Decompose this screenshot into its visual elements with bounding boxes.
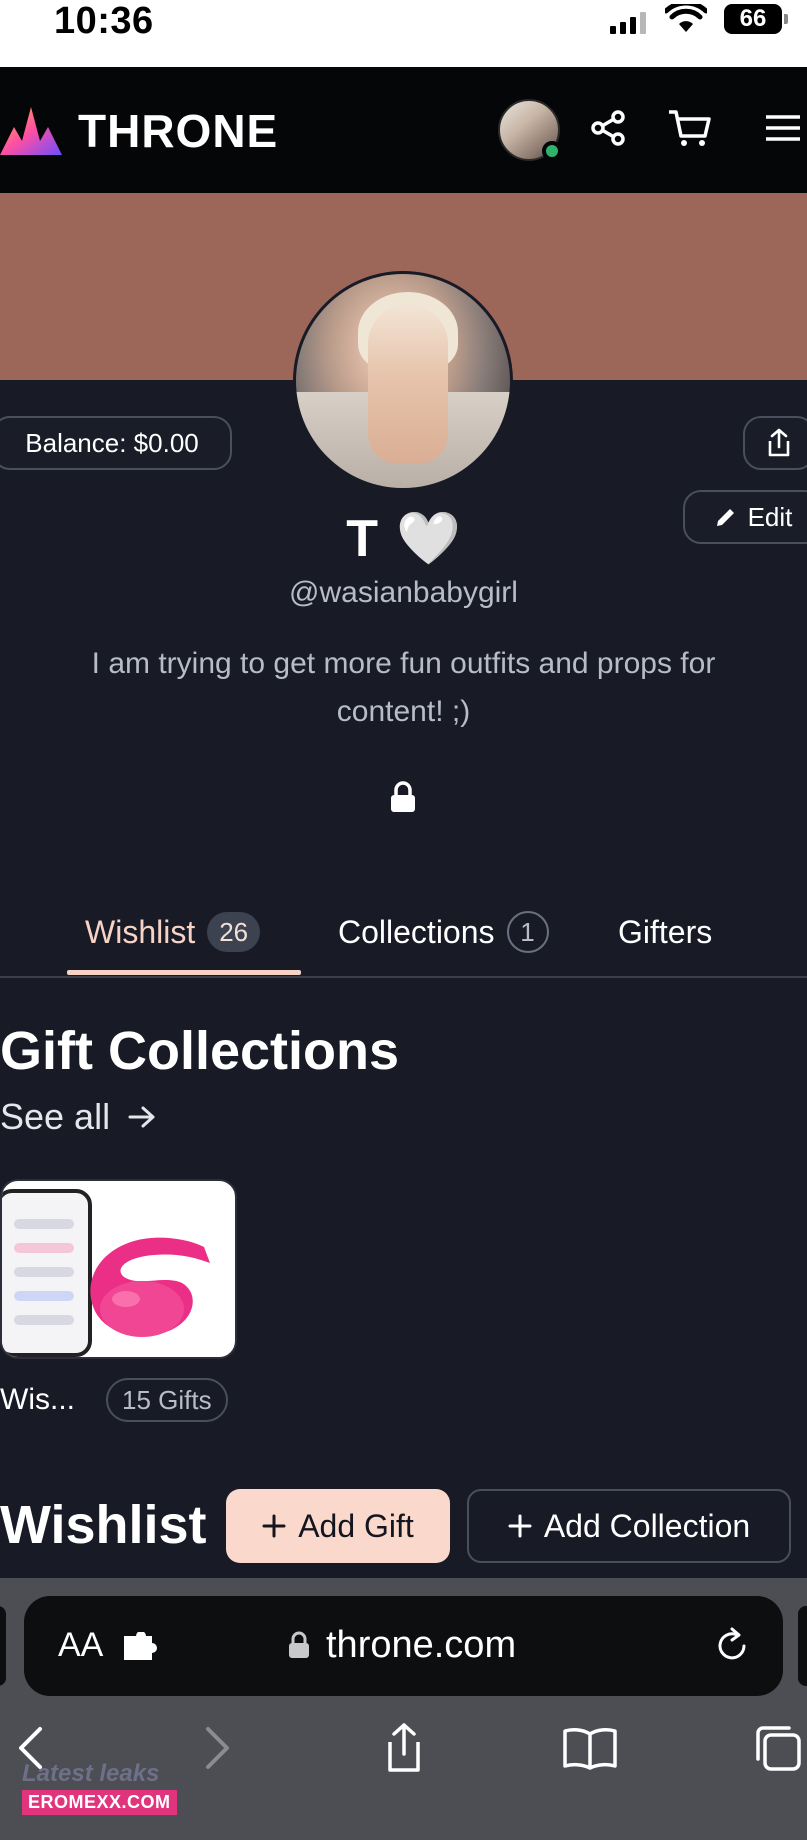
share-button[interactable] xyxy=(583,103,633,153)
battery-level: 66 xyxy=(739,5,767,32)
add-gift-button[interactable]: Add Gift xyxy=(226,1489,450,1563)
gift-collections-heading: Gift Collections xyxy=(0,1021,400,1081)
throne-logo-icon[interactable] xyxy=(0,97,62,159)
profile-tabs: Wishlist 26 Collections 1 Gifters xyxy=(0,890,807,978)
balance-button[interactable]: Balance: $0.00 xyxy=(0,416,232,470)
see-all-link[interactable]: See all xyxy=(0,1096,156,1138)
reload-icon[interactable] xyxy=(712,1626,752,1666)
lock-icon xyxy=(289,1631,309,1658)
heart-emoji: 🤍 xyxy=(396,509,461,569)
wifi-icon xyxy=(665,4,707,32)
next-tab-edge[interactable] xyxy=(798,1606,807,1686)
online-status-indicator xyxy=(542,141,562,161)
cart-icon xyxy=(669,110,711,146)
tab-collections-count: 1 xyxy=(506,911,549,953)
lock-icon xyxy=(391,781,415,812)
share-icon xyxy=(591,110,625,146)
display-name: T 🤍 xyxy=(0,508,807,569)
profile-bio: I am trying to get more fun outfits and … xyxy=(91,647,716,728)
tab-gifters-label: Gifters xyxy=(618,913,713,950)
watermark-line1: Latest leaks xyxy=(22,1760,160,1787)
menu-icon xyxy=(766,115,800,141)
forward-button[interactable] xyxy=(188,1718,248,1778)
url-text[interactable]: throne.com xyxy=(326,1624,516,1667)
collection-gift-count: 15 Gifts xyxy=(106,1378,228,1422)
tab-wishlist-label: Wishlist xyxy=(85,913,196,950)
arrow-right-icon xyxy=(128,1106,155,1128)
watermark-line2: EROMEXX.COM xyxy=(22,1790,177,1815)
cart-button[interactable] xyxy=(664,103,714,153)
collection-name[interactable]: Wis... xyxy=(0,1383,75,1417)
profile-picture-figure xyxy=(368,304,448,464)
add-collection-label: Add Collection xyxy=(543,1507,751,1544)
display-name-text: T xyxy=(346,509,378,568)
text-size-button[interactable]: AA xyxy=(58,1626,103,1665)
profile-picture[interactable] xyxy=(293,271,513,491)
user-avatar[interactable] xyxy=(498,99,562,161)
watermark: Latest leaks EROMEXX.COM xyxy=(22,1760,177,1815)
status-bar: 10:36 66 xyxy=(0,0,807,67)
share-sheet-button[interactable] xyxy=(374,1718,434,1778)
forward-icon xyxy=(206,1727,229,1769)
bookmarks-button[interactable] xyxy=(560,1718,620,1778)
export-icon xyxy=(768,428,790,457)
export-icon xyxy=(388,1723,420,1772)
cellular-signal-icon xyxy=(610,12,646,34)
tab-collections-label: Collections xyxy=(338,913,495,950)
collection-card-image[interactable] xyxy=(0,1179,237,1359)
top-navigation: THRONE xyxy=(0,67,807,193)
balance-label: Balance: $0.00 xyxy=(25,427,199,458)
export-button[interactable] xyxy=(743,416,807,470)
tabs-button[interactable] xyxy=(748,1718,807,1778)
brand-logo-text[interactable]: THRONE xyxy=(78,104,278,158)
add-collection-button[interactable]: Add Collection xyxy=(467,1489,791,1563)
active-tab-indicator xyxy=(67,970,301,975)
puzzle-icon[interactable] xyxy=(122,1632,162,1662)
toy-product-image xyxy=(90,1237,210,1337)
plus-icon xyxy=(508,1514,532,1538)
tabs-icon xyxy=(756,1726,801,1771)
username: @wasianbabygirl xyxy=(289,576,518,609)
see-all-label: See all xyxy=(0,1096,111,1137)
status-time: 10:36 xyxy=(54,0,154,42)
wishlist-heading: Wishlist xyxy=(0,1495,207,1555)
battery-icon: 66 xyxy=(724,4,788,34)
menu-button[interactable] xyxy=(758,103,807,153)
add-gift-label: Add Gift xyxy=(298,1507,414,1544)
tab-gifters[interactable]: Gifters xyxy=(618,902,712,962)
previous-tab-edge[interactable] xyxy=(0,1606,6,1686)
tab-wishlist[interactable]: Wishlist 26 xyxy=(85,902,261,962)
tab-collections[interactable]: Collections 1 xyxy=(338,902,549,962)
bookmarks-icon xyxy=(563,1728,617,1770)
tab-wishlist-count: 26 xyxy=(207,912,261,952)
plus-icon xyxy=(262,1514,286,1538)
address-bar[interactable]: AA throne.com xyxy=(24,1596,783,1696)
